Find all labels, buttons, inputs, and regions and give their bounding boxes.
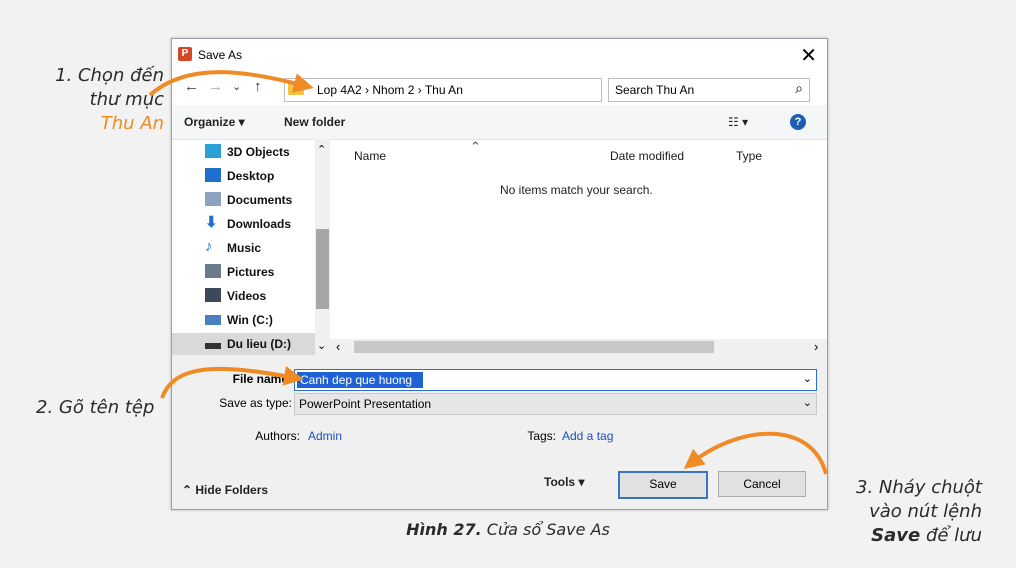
annotation-arrows <box>148 70 828 475</box>
figure-caption: Hình 27. Cửa sổ Save As <box>0 520 1016 539</box>
arrow-step-1 <box>148 70 314 97</box>
caption-text: Cửa sổ Save As <box>481 520 610 539</box>
caption-number: Hình 27. <box>406 520 482 539</box>
arrow-step-2 <box>160 366 304 399</box>
arrow-step-3 <box>683 431 828 475</box>
